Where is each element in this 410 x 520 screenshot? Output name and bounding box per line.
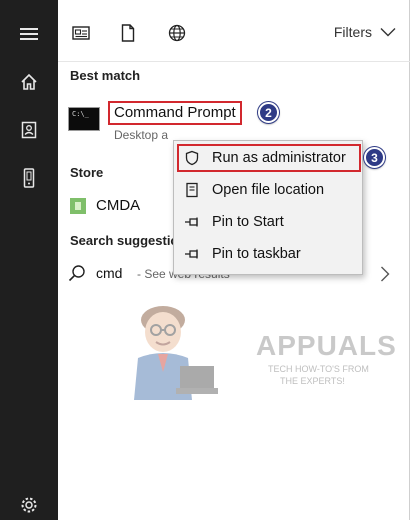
hamburger-menu-icon	[20, 28, 38, 40]
step-badge-3: 3	[364, 147, 385, 168]
settings-icon	[21, 497, 37, 513]
web-scope-button[interactable]	[162, 18, 192, 48]
best-match-heading: Best match	[70, 68, 141, 83]
search-scope-bar: Filters	[58, 0, 410, 62]
document-icon	[121, 24, 135, 42]
hamburger-menu-button[interactable]	[0, 10, 58, 58]
web-globe-icon	[168, 24, 186, 42]
settings-button[interactable]	[0, 496, 58, 520]
appuals-tagline-2: THE EXPERTS!	[280, 376, 345, 386]
search-term: cmd	[96, 265, 123, 281]
start-rail	[0, 0, 58, 520]
chevron-down-icon	[380, 28, 396, 37]
step-badge-2: 2	[258, 102, 279, 123]
menu-item-open-file-location[interactable]: Open file location	[174, 175, 364, 205]
menu-item-label: Open file location	[212, 182, 325, 198]
menu-item-pin-to-start[interactable]: Pin to Start	[174, 207, 364, 237]
filters-label: Filters	[333, 24, 372, 40]
documents-icon	[21, 121, 37, 139]
store-heading: Store	[70, 165, 104, 180]
menu-item-pin-to-taskbar[interactable]: Pin to taskbar	[174, 239, 364, 269]
appuals-tagline-1: TECH HOW-TO'S FROM	[268, 364, 369, 374]
command-prompt-subtitle: Desktop a	[114, 128, 169, 142]
device-button[interactable]	[0, 154, 58, 202]
apps-view-icon	[72, 26, 90, 40]
command-prompt-icon: C:\_	[68, 107, 100, 131]
search-icon	[68, 265, 85, 282]
apps-scope-button[interactable]	[66, 18, 96, 48]
search-results-panel: Filters Best match C:\_ Command Prompt D…	[58, 0, 410, 520]
context-menu: Run as administrator Open file location …	[173, 140, 363, 275]
filters-dropdown[interactable]: Filters	[334, 24, 396, 40]
pin-icon	[185, 249, 198, 259]
cmda-app-icon	[70, 198, 86, 214]
documents-button[interactable]	[0, 106, 58, 154]
pin-icon	[185, 217, 198, 227]
cmda-label: CMDA	[96, 197, 141, 214]
menu-item-label: Pin to Start	[212, 214, 284, 230]
appuals-brand: APPUALS	[256, 330, 397, 361]
folder-location-icon	[186, 182, 198, 198]
chevron-right-icon[interactable]	[380, 266, 390, 282]
appuals-watermark: APPUALS TECH HOW-TO'S FROM THE EXPERTS!	[118, 292, 396, 402]
appuals-mascot-icon	[134, 306, 218, 400]
run-as-admin-highlight	[177, 144, 361, 172]
home-button[interactable]	[0, 58, 58, 106]
search-suggestions-heading: Search suggestion	[70, 233, 187, 248]
home-icon	[21, 73, 37, 90]
device-icon	[23, 168, 35, 188]
menu-item-label: Pin to taskbar	[212, 246, 301, 262]
command-prompt-title[interactable]: Command Prompt	[108, 101, 242, 125]
documents-scope-button[interactable]	[113, 18, 143, 48]
